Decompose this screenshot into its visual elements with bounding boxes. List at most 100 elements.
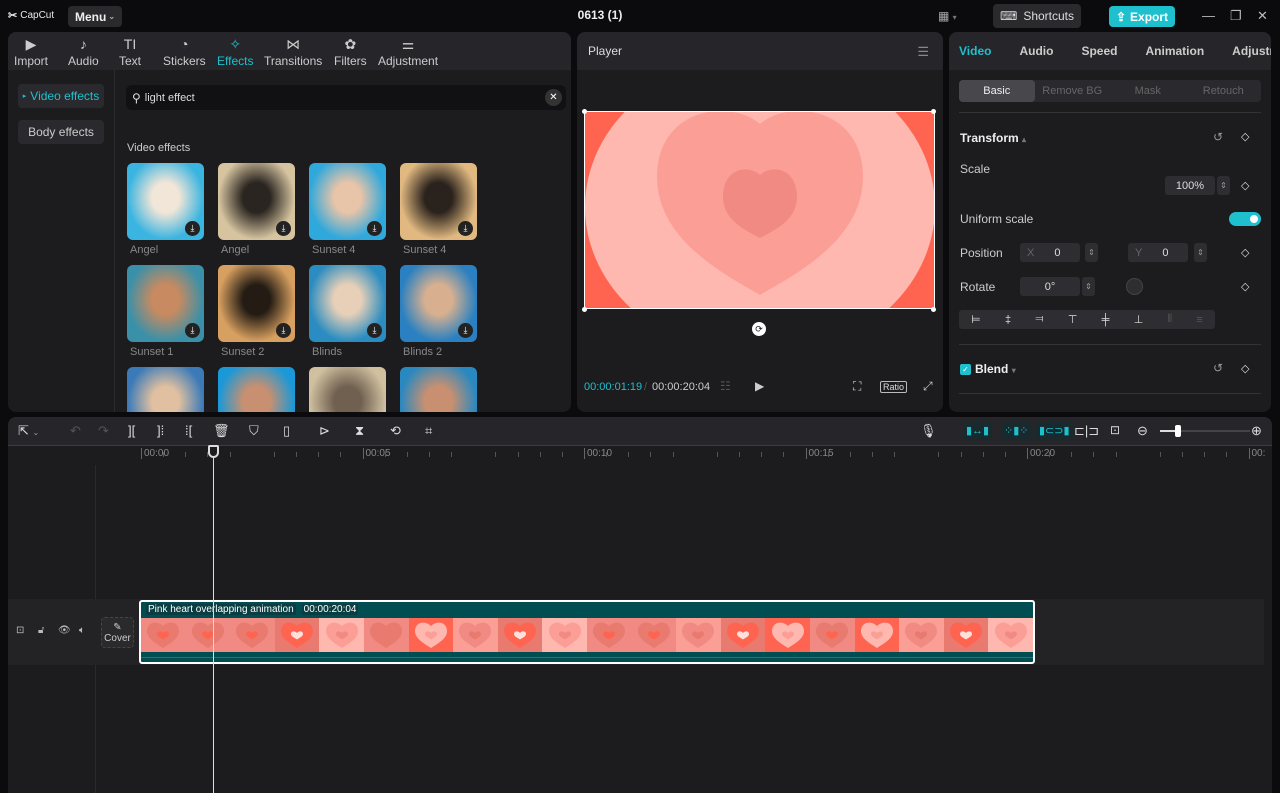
resize-handle[interactable] <box>931 307 936 312</box>
effect-card[interactable] <box>309 367 386 412</box>
distribute-v-icon[interactable]: ≡ <box>1196 314 1202 326</box>
resize-handle[interactable] <box>582 307 587 312</box>
tab-audio[interactable]: ♪ Audio <box>68 32 99 68</box>
fullscreen-icon[interactable]: ⤢ <box>923 379 933 394</box>
keyframe-icon[interactable]: ◇ <box>1241 179 1249 192</box>
reset-icon[interactable]: ↺ <box>1213 361 1223 375</box>
rotate-input[interactable]: 0° <box>1020 277 1080 296</box>
align-top-icon[interactable]: ⊤ <box>1068 313 1078 326</box>
clear-search-icon[interactable]: ✕ <box>545 89 562 106</box>
distribute-h-icon[interactable]: ⫴ <box>1168 313 1173 326</box>
download-icon[interactable]: ⤓ <box>458 221 473 236</box>
keyframe-icon[interactable]: ◇ <box>1241 246 1249 259</box>
zoom-knob[interactable] <box>1175 425 1181 437</box>
download-icon[interactable]: ⤓ <box>367 221 382 236</box>
subtab-remove-bg[interactable]: Remove BG <box>1035 80 1111 102</box>
keyframe-icon[interactable]: ◇ <box>1241 280 1249 293</box>
sidebar-item-video-effects[interactable]: ▸ Video effects <box>18 84 104 108</box>
redo-icon[interactable]: ↷ <box>98 423 109 439</box>
tab-adjustment[interactable]: ⚌ Adjustment <box>378 32 438 68</box>
sidebar-item-body-effects[interactable]: Body effects <box>18 120 104 144</box>
effect-card[interactable]: ⤓ Sunset 2 <box>218 265 295 358</box>
zoom-in-icon[interactable]: ⊕ <box>1251 423 1262 439</box>
align-left-icon[interactable]: ⊨ <box>971 313 981 326</box>
timeline-ruler[interactable]: 00:00 00:05 00:10 00:15 00:20 00: <box>8 445 1272 465</box>
lock-icon[interactable]: 🔓︎ <box>38 625 44 636</box>
timecode-grid-icon[interactable]: ☷ <box>720 379 731 393</box>
align-right-icon[interactable]: ⫤ <box>1035 313 1043 326</box>
restore-icon[interactable]: ❐ <box>1230 8 1242 24</box>
menu-icon[interactable]: ☰ <box>917 44 929 60</box>
menu-button[interactable]: Menu ⌄ <box>68 6 122 27</box>
effect-card[interactable]: ⤓ Blinds 2 <box>400 265 477 358</box>
timeline-zoom-slider[interactable] <box>1160 425 1250 437</box>
auto-snap-icon[interactable]: ⁘▮⁘ <box>1001 422 1032 440</box>
tab-filters[interactable]: ✿ Filters <box>334 32 367 68</box>
uniform-scale-toggle[interactable] <box>1229 212 1261 226</box>
eye-icon[interactable]: 👁︎ <box>58 625 71 636</box>
blend-checkbox[interactable]: ✓ <box>960 364 971 375</box>
video-preview[interactable] <box>584 111 935 309</box>
transform-section[interactable]: Transform ▴ <box>960 131 1026 145</box>
rotate-stepper[interactable]: ⇕ <box>1082 277 1095 296</box>
export-button[interactable]: ⇪ Export <box>1109 6 1175 27</box>
freeze-icon[interactable]: ▯ <box>283 423 290 439</box>
split-left-icon[interactable]: ]⁞ <box>157 423 164 438</box>
rotate-icon[interactable]: ⟲ <box>390 423 401 439</box>
reverse-icon[interactable]: ⊳ <box>319 423 330 439</box>
subtab-mask[interactable]: Mask <box>1110 80 1186 102</box>
scale-stepper[interactable]: ⇕ <box>1217 176 1230 195</box>
blend-section[interactable]: Blend ▾ <box>975 362 1016 376</box>
reset-icon[interactable]: ↺ <box>1213 130 1223 144</box>
tab-stickers[interactable]: ◔ Stickers <box>163 32 206 68</box>
shortcuts-button[interactable]: ⌨ Shortcuts <box>993 4 1081 28</box>
download-icon[interactable]: ⤓ <box>185 221 200 236</box>
resize-handle[interactable] <box>931 109 936 114</box>
effect-card[interactable] <box>400 367 477 412</box>
effect-card[interactable]: ⤓ Blinds <box>309 265 386 358</box>
audio-icon[interactable]: 🔈︎ <box>79 625 85 636</box>
close-icon[interactable]: ✕ <box>1257 8 1268 24</box>
effect-card[interactable]: ⤓ Sunset 4 <box>400 163 477 256</box>
align-center-h-icon[interactable]: ‡ <box>1005 314 1011 326</box>
microphone-icon[interactable]: 🎙︎ <box>920 423 937 439</box>
ratio-button[interactable]: Ratio <box>880 381 908 393</box>
video-clip[interactable]: Pink heart overlapping animation 00:00:2… <box>139 600 1035 664</box>
subtab-retouch[interactable]: Retouch <box>1186 80 1262 102</box>
effect-card[interactable]: ⤓ Sunset 4 <box>309 163 386 256</box>
undo-icon[interactable]: ↶ <box>70 423 81 439</box>
zoom-out-icon[interactable]: ⊖ <box>1137 423 1148 439</box>
download-icon[interactable]: ⤓ <box>276 323 291 338</box>
main-track-magnet-icon[interactable]: ▮↔▮ <box>963 422 993 440</box>
align-bottom-icon[interactable]: ⊥ <box>1134 313 1144 326</box>
download-icon[interactable]: ⤓ <box>276 221 291 236</box>
effect-card[interactable] <box>127 367 204 412</box>
delete-icon[interactable]: 🗑︎ <box>213 423 230 439</box>
download-icon[interactable]: ⤓ <box>367 323 382 338</box>
subtab-basic[interactable]: Basic <box>959 80 1035 102</box>
download-icon[interactable]: ⤓ <box>185 323 200 338</box>
tab-transitions[interactable]: ⋈ Transitions <box>264 32 322 68</box>
zoom-to-fit-icon[interactable]: ⊡ <box>1110 423 1120 437</box>
linkage-icon[interactable]: ▮⊂⊃▮ <box>1036 422 1073 440</box>
tab-effects[interactable]: ✧ Effects <box>217 32 253 68</box>
play-icon[interactable]: ▶ <box>755 379 764 393</box>
align-center-v-icon[interactable]: ╪ <box>1102 314 1110 326</box>
effect-card[interactable]: ⤓ Sunset 1 <box>127 265 204 358</box>
split-icon[interactable]: ][ <box>128 423 135 438</box>
resize-handle[interactable] <box>582 109 587 114</box>
split-right-icon[interactable]: ⁞[ <box>185 423 192 438</box>
tab-text[interactable]: TI Text <box>119 32 141 68</box>
zoom-fit-icon[interactable]: ⛶ <box>853 379 861 394</box>
effect-card[interactable] <box>218 367 295 412</box>
cover-button[interactable]: ✎ Cover <box>101 617 134 648</box>
position-x-stepper[interactable]: ⇕ <box>1085 243 1098 262</box>
select-tool-icon[interactable]: ⇱ ⌄ <box>18 423 39 439</box>
position-y-input[interactable]: Y 0 <box>1128 243 1188 262</box>
marker-icon[interactable]: ⛉ <box>249 423 259 439</box>
mirror-icon[interactable]: ⧗ <box>355 423 364 439</box>
position-y-stepper[interactable]: ⇕ <box>1194 243 1207 262</box>
tab-import[interactable]: ▶ Import <box>14 32 48 68</box>
layout-icon[interactable]: ▦ ▾ <box>938 9 957 23</box>
download-icon[interactable]: ⤓ <box>458 323 473 338</box>
